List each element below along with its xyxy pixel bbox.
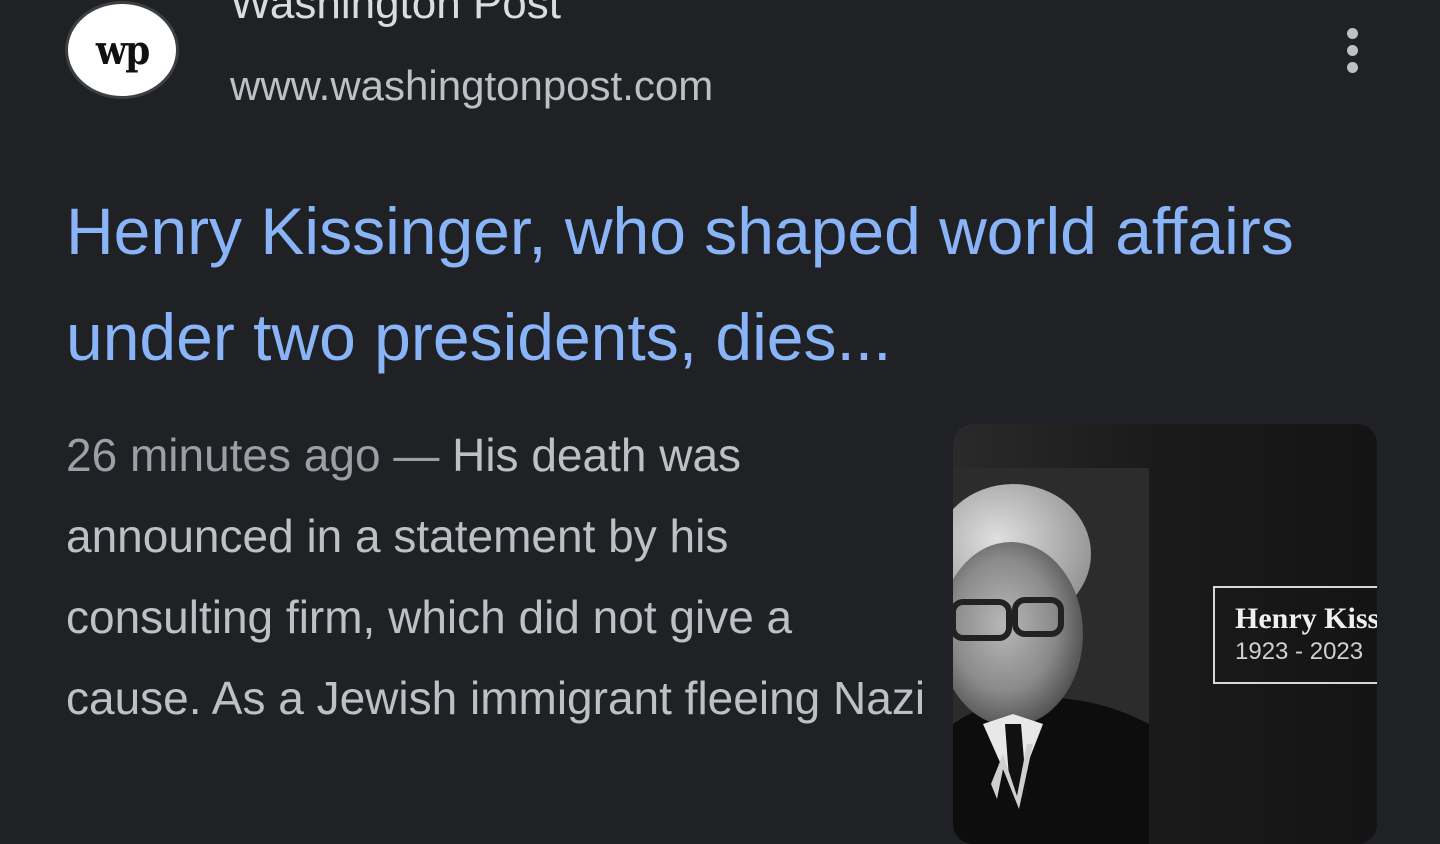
- search-result-card: wp Washington Post www.washingtonpost.co…: [0, 0, 1440, 844]
- more-options-button[interactable]: [1328, 18, 1376, 82]
- favicon-logo-text: wp: [95, 26, 150, 74]
- more-vertical-icon-dot-3: [1346, 61, 1358, 73]
- source-url[interactable]: www.washingtonpost.com: [230, 60, 713, 112]
- thumbnail-caption-name: Henry Kissinger: [1235, 602, 1377, 635]
- thumbnail-caption-box: Henry Kissinger 1923 - 2023: [1213, 586, 1377, 684]
- thumbnail-caption-years: 1923 - 2023: [1235, 638, 1364, 665]
- source-site-name[interactable]: Washington Post: [230, 0, 561, 30]
- result-headline-link[interactable]: Henry Kissinger, who shaped world affair…: [66, 178, 1376, 390]
- result-thumbnail-image[interactable]: Henry Kissinger 1923 - 2023: [953, 424, 1377, 844]
- snippet-timestamp: 26 minutes ago: [66, 429, 381, 481]
- result-snippet: 26 minutes ago — His death was announced…: [66, 415, 926, 739]
- more-vertical-icon-dot-2: [1346, 44, 1358, 56]
- more-vertical-icon-dot-1: [1346, 27, 1358, 39]
- washington-post-favicon[interactable]: wp: [68, 4, 176, 96]
- snippet-separator: —: [393, 429, 440, 481]
